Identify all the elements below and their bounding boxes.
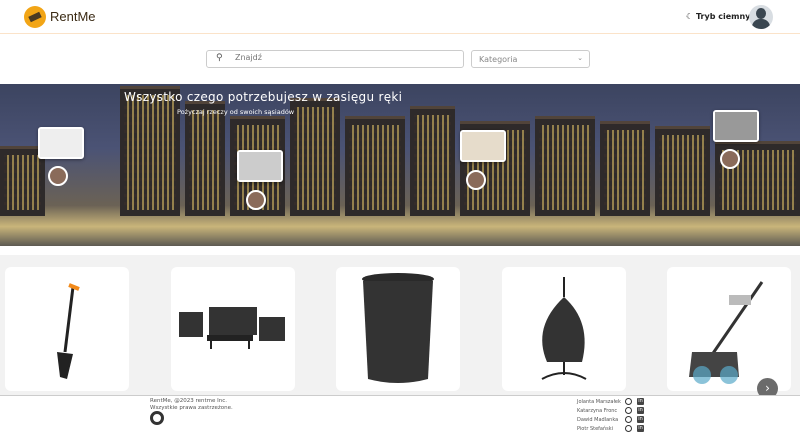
dark-mode-label: Tryb ciemny (695, 12, 751, 21)
github-icon[interactable] (625, 416, 632, 423)
team-member: Katarzyna Fronc in (577, 406, 644, 415)
neighbor-avatar[interactable] (466, 170, 486, 190)
product-card[interactable] (336, 267, 460, 391)
item-bubble[interactable] (460, 130, 506, 162)
product-card[interactable] (171, 267, 295, 391)
github-icon[interactable] (625, 425, 632, 432)
github-icon[interactable] (150, 411, 164, 425)
moon-icon: ☾ (686, 12, 696, 21)
linkedin-icon[interactable]: in (637, 416, 644, 423)
item-bubble[interactable] (237, 150, 283, 182)
linkedin-icon[interactable]: in (637, 407, 644, 414)
search-box[interactable]: ⚲ (206, 50, 464, 68)
hero-title: Wszystko czego potrzebujesz w zasięgu rę… (124, 90, 403, 104)
rights-text: Wszystkie prawa zastrzeżone. (150, 405, 233, 411)
dark-mode-toggle[interactable]: ☾ Tryb ciemny (686, 12, 750, 21)
category-label: Kategoria (479, 55, 518, 64)
linkedin-icon[interactable]: in (637, 425, 644, 432)
footer: RentMe, @2023 rentme Inc. Wszystkie prawa… (0, 395, 800, 435)
category-select[interactable]: Kategoria ⌄ (471, 50, 590, 68)
item-bubble[interactable] (38, 127, 84, 159)
chevron-down-icon: ⌄ (577, 54, 583, 62)
team-member: Jolanta Marszałek in (577, 397, 644, 406)
search-icon: ⚲ (216, 53, 223, 63)
hero-banner: Wszystko czego potrzebujesz w zasięgu rę… (0, 84, 800, 246)
member-name: Jolanta Marszałek (577, 398, 621, 405)
product-card[interactable] (5, 267, 129, 391)
team-member: Dawid Madlanka in (577, 415, 644, 424)
team-list: Jolanta Marszałek in Katarzyna Fronc in Da… (577, 397, 644, 433)
hero-subtitle: Pożyczaj rzeczy od swoich sąsiadów (177, 108, 295, 116)
member-name: Piotr Stefański (577, 425, 614, 432)
team-member: Piotr Stefański in (577, 424, 644, 433)
brand-name[interactable]: RentMe (50, 9, 96, 24)
neighbor-avatar[interactable] (720, 149, 740, 169)
product-card[interactable] (502, 267, 626, 391)
user-avatar[interactable] (749, 5, 773, 29)
neighbor-avatar[interactable] (246, 190, 266, 210)
search-input[interactable] (235, 53, 455, 62)
product-carousel (0, 255, 800, 395)
github-icon[interactable] (625, 398, 632, 405)
member-name: Dawid Madlanka (577, 416, 619, 423)
linkedin-icon[interactable]: in (637, 398, 644, 405)
header: RentMe ☾ Tryb ciemny (0, 0, 800, 34)
product-card[interactable] (667, 267, 791, 391)
item-bubble[interactable] (713, 110, 759, 142)
copyright: RentMe, @2023 rentme Inc. (150, 398, 228, 404)
member-name: Katarzyna Fronc (577, 407, 618, 414)
github-icon[interactable] (625, 407, 632, 414)
logo-icon[interactable] (24, 6, 46, 28)
neighbor-avatar[interactable] (48, 166, 68, 186)
chevron-right-icon: › (765, 381, 770, 395)
